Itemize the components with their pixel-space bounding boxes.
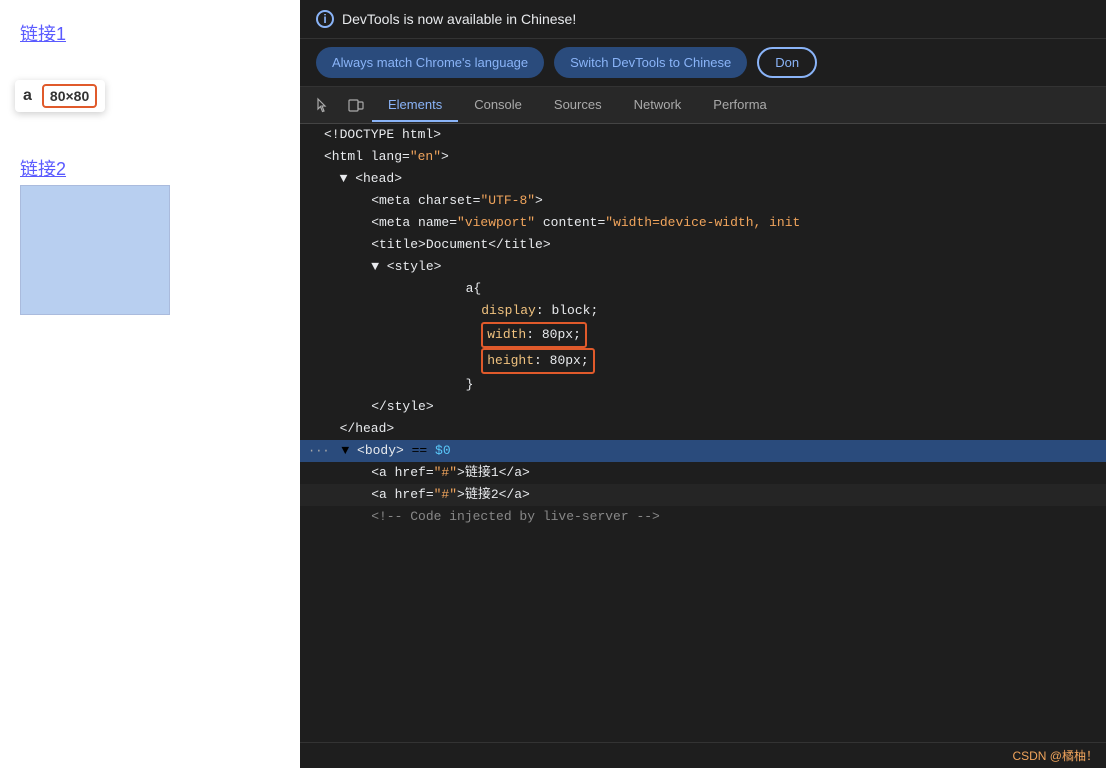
- code-line: }: [300, 374, 1106, 396]
- code-line: </head>: [300, 418, 1106, 440]
- tab-sources[interactable]: Sources: [538, 89, 618, 122]
- link2-box: [20, 185, 170, 315]
- code-line: display: block;: [300, 300, 1106, 322]
- info-bar: i DevTools is now available in Chinese!: [300, 0, 1106, 39]
- code-area[interactable]: <!DOCTYPE html> <html lang="en"> ▼ <head…: [300, 124, 1106, 742]
- code-line: <a href="#">链接2</a>: [300, 484, 1106, 506]
- tooltip-label: a: [23, 87, 32, 105]
- code-line: <meta charset="UTF-8">: [300, 190, 1106, 212]
- code-line: <html lang="en">: [300, 146, 1106, 168]
- tooltip: a 80×80: [15, 80, 105, 112]
- code-line: <title>Document</title>: [300, 234, 1106, 256]
- device-icon[interactable]: [340, 87, 372, 123]
- tab-network[interactable]: Network: [618, 89, 698, 122]
- dont-show-button[interactable]: Don: [757, 47, 817, 78]
- devtools-panel: i DevTools is now available in Chinese! …: [300, 0, 1106, 768]
- link2-block: 链接2: [20, 155, 170, 315]
- button-bar: Always match Chrome's language Switch De…: [300, 39, 1106, 87]
- code-line: <meta name="viewport" content="width=dev…: [300, 212, 1106, 234]
- tooltip-size: 80×80: [42, 84, 97, 108]
- tabs-bar: Elements Console Sources Network Perform…: [300, 87, 1106, 124]
- link2[interactable]: 链接2: [20, 155, 170, 181]
- code-line: <!DOCTYPE html>: [300, 124, 1106, 146]
- switch-to-chinese-button[interactable]: Switch DevTools to Chinese: [554, 47, 747, 78]
- tab-performance[interactable]: Performa: [697, 89, 782, 122]
- left-panel: 链接1 a 80×80 链接2: [0, 0, 300, 768]
- code-line: a{: [300, 278, 1106, 300]
- info-message: DevTools is now available in Chinese!: [342, 11, 576, 27]
- code-line-height: height: 80px;: [300, 348, 1106, 374]
- code-line-body: ··· ▼ <body> == $0: [300, 440, 1106, 462]
- code-line: ▼ <style>: [300, 256, 1106, 278]
- code-line: ▼ <head>: [300, 168, 1106, 190]
- status-bar: CSDN @橘柚！: [300, 742, 1106, 768]
- code-line: </style>: [300, 396, 1106, 418]
- info-icon: i: [316, 10, 334, 28]
- inspector-icon[interactable]: [308, 87, 340, 123]
- code-line: <a href="#">链接1</a>: [300, 462, 1106, 484]
- match-language-button[interactable]: Always match Chrome's language: [316, 47, 544, 78]
- code-line-width: width: 80px;: [300, 322, 1106, 348]
- tab-console[interactable]: Console: [458, 89, 538, 122]
- csdn-badge: CSDN @橘柚！: [1012, 747, 1098, 764]
- tab-elements[interactable]: Elements: [372, 89, 458, 122]
- code-line-comment: <!-- Code injected by live-server -->: [300, 506, 1106, 528]
- link1[interactable]: 链接1: [20, 20, 280, 46]
